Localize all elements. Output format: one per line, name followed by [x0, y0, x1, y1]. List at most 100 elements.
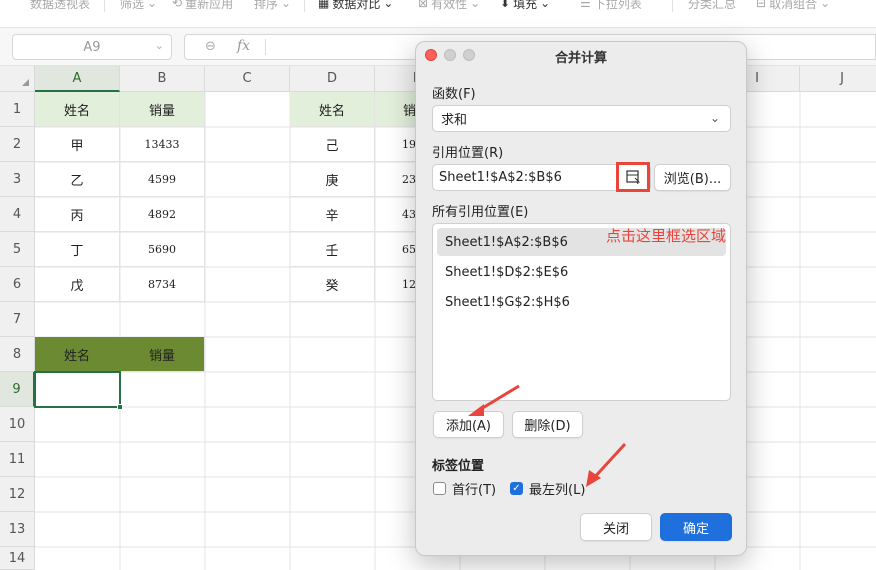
- list-item[interactable]: Sheet1!$D$2:$E$6: [437, 258, 726, 286]
- row-header-12[interactable]: 12: [0, 477, 35, 512]
- browse-button[interactable]: 浏览(B)...: [654, 164, 731, 191]
- sort-button[interactable]: 排序 ⌄: [254, 0, 291, 14]
- column-header-b[interactable]: B: [120, 66, 205, 92]
- name-box-value: A9: [83, 39, 101, 55]
- cell-d4[interactable]: 辛: [290, 197, 375, 232]
- chevron-down-icon: ⌄: [709, 111, 720, 125]
- ribbon-divider: [104, 0, 105, 12]
- dropdown-list-button[interactable]: ☰ 下拉列表: [580, 0, 642, 14]
- fill-button[interactable]: ⬇ 填充 ⌄: [500, 0, 550, 14]
- reapply-button[interactable]: ⟲ 重新应用: [172, 0, 233, 14]
- all-references-list[interactable]: Sheet1!$A$2:$B$6 Sheet1!$D$2:$E$6 Sheet1…: [432, 223, 731, 401]
- row-header-2[interactable]: 2: [0, 127, 35, 162]
- cell-b1[interactable]: 销量: [120, 92, 205, 127]
- cell-b6[interactable]: 8734: [120, 267, 205, 302]
- row-header-13[interactable]: 13: [0, 512, 35, 547]
- cell-a1[interactable]: 姓名: [35, 92, 120, 127]
- row-header-10[interactable]: 10: [0, 407, 35, 442]
- function-select[interactable]: 求和 ⌄: [432, 105, 731, 132]
- row-header-6[interactable]: 6: [0, 267, 35, 302]
- ribbon-label: 分类汇总: [688, 0, 737, 11]
- ribbon-label: 排序: [254, 0, 279, 11]
- cell-b4[interactable]: 4892: [120, 197, 205, 232]
- annotation-text: 点击这里框选区域: [606, 227, 727, 245]
- column-header-d[interactable]: D: [290, 66, 375, 92]
- chevron-down-icon: ⌄: [383, 0, 394, 10]
- function-label: 函数(F): [432, 87, 476, 102]
- cell-b2[interactable]: 13433: [120, 127, 205, 162]
- name-box[interactable]: A9 ⌄: [12, 34, 172, 60]
- cell-d3[interactable]: 庚: [290, 162, 375, 197]
- left-column-checkbox[interactable]: ✓ 最左列(L): [510, 479, 585, 498]
- ribbon-label: 有效性: [431, 0, 468, 11]
- cell-b5[interactable]: 5690: [120, 232, 205, 267]
- cell-a4[interactable]: 丙: [35, 197, 120, 232]
- filter-button[interactable]: 筛选 ⌄: [120, 0, 157, 14]
- consolidate-dialog: 合并计算 函数(F) 求和 ⌄ 引用位置(R) Sheet1!$A$2:$B$6…: [415, 41, 747, 556]
- left-column-label: 最左列(L): [529, 483, 586, 498]
- reference-label: 引用位置(R): [432, 146, 504, 161]
- column-header-j[interactable]: J: [800, 66, 876, 92]
- row-header-14[interactable]: 14: [0, 547, 35, 570]
- ribbon-label: 取消组合: [769, 0, 818, 11]
- row-header-9[interactable]: 9: [0, 372, 35, 407]
- ungroup-icon: ⊟: [756, 0, 767, 10]
- ribbon-label: 数据透视表: [30, 0, 91, 11]
- row-header-8[interactable]: 8: [0, 337, 35, 372]
- close-button[interactable]: 关闭: [580, 513, 652, 541]
- ungroup-button[interactable]: ⊟ 取消组合 ⌄: [756, 0, 830, 14]
- subtotal-button[interactable]: 分类汇总: [688, 0, 736, 14]
- validity-icon: ⊠: [418, 0, 429, 10]
- row-header-3[interactable]: 3: [0, 162, 35, 197]
- row-header-7[interactable]: 7: [0, 302, 35, 337]
- row-header-11[interactable]: 11: [0, 442, 35, 477]
- ribbon-label: 下拉列表: [593, 0, 642, 11]
- fill-icon: ⬇: [500, 0, 511, 10]
- pivot-table-button[interactable]: 数据透视表: [30, 0, 90, 14]
- ribbon-label: 数据对比: [332, 0, 381, 11]
- zoom-icon[interactable]: ⊖: [205, 39, 216, 54]
- cell-d6[interactable]: 癸: [290, 267, 375, 302]
- ribbon-label: 重新应用: [185, 0, 234, 11]
- reference-input-value: Sheet1!$A$2:$B$6: [439, 170, 562, 185]
- column-header-a[interactable]: A: [35, 66, 120, 92]
- ribbon-label: 筛选: [120, 0, 145, 11]
- first-row-checkbox[interactable]: 首行(T): [433, 479, 496, 498]
- cell-b8[interactable]: 销量: [120, 337, 205, 372]
- arrow-to-left-column-icon: [586, 442, 627, 487]
- chevron-down-icon: ⌄: [540, 0, 551, 10]
- ribbon-divider: [304, 0, 305, 12]
- cell-a6[interactable]: 戊: [35, 267, 120, 302]
- cell-b3[interactable]: 4599: [120, 162, 205, 197]
- ok-button[interactable]: 确定: [660, 513, 732, 541]
- chevron-down-icon: ⌄: [281, 0, 292, 10]
- cell-d5[interactable]: 壬: [290, 232, 375, 267]
- cell-a2[interactable]: 甲: [35, 127, 120, 162]
- data-compare-button[interactable]: ▦ 数据对比 ⌄: [318, 0, 393, 14]
- first-row-label: 首行(T): [452, 483, 497, 498]
- list-icon: ☰: [580, 0, 591, 10]
- range-select-icon: [626, 170, 641, 185]
- select-range-button[interactable]: [616, 162, 650, 192]
- select-all-corner[interactable]: [0, 66, 35, 92]
- cell-a8[interactable]: 姓名: [35, 337, 120, 372]
- fill-handle[interactable]: [117, 404, 123, 410]
- chevron-down-icon: ⌄: [147, 0, 158, 10]
- cell-a5[interactable]: 丁: [35, 232, 120, 267]
- column-header-c[interactable]: C: [205, 66, 290, 92]
- fx-icon[interactable]: fx: [237, 38, 250, 54]
- row-header-4[interactable]: 4: [0, 197, 35, 232]
- row-header-5[interactable]: 5: [0, 232, 35, 267]
- cell-d2[interactable]: 己: [290, 127, 375, 162]
- all-references-label: 所有引用位置(E): [432, 205, 529, 220]
- list-item[interactable]: Sheet1!$G$2:$H$6: [437, 288, 726, 316]
- row-header-1[interactable]: 1: [0, 92, 35, 127]
- reapply-icon: ⟲: [172, 0, 183, 10]
- active-cell-a9[interactable]: [34, 371, 123, 410]
- checkbox-unchecked-icon: [433, 482, 446, 495]
- validity-button[interactable]: ⊠ 有效性 ⌄: [418, 0, 480, 14]
- cell-a3[interactable]: 乙: [35, 162, 120, 197]
- cell-d1[interactable]: 姓名: [290, 92, 375, 127]
- chevron-down-icon: ⌄: [470, 0, 481, 10]
- function-select-value: 求和: [441, 113, 468, 128]
